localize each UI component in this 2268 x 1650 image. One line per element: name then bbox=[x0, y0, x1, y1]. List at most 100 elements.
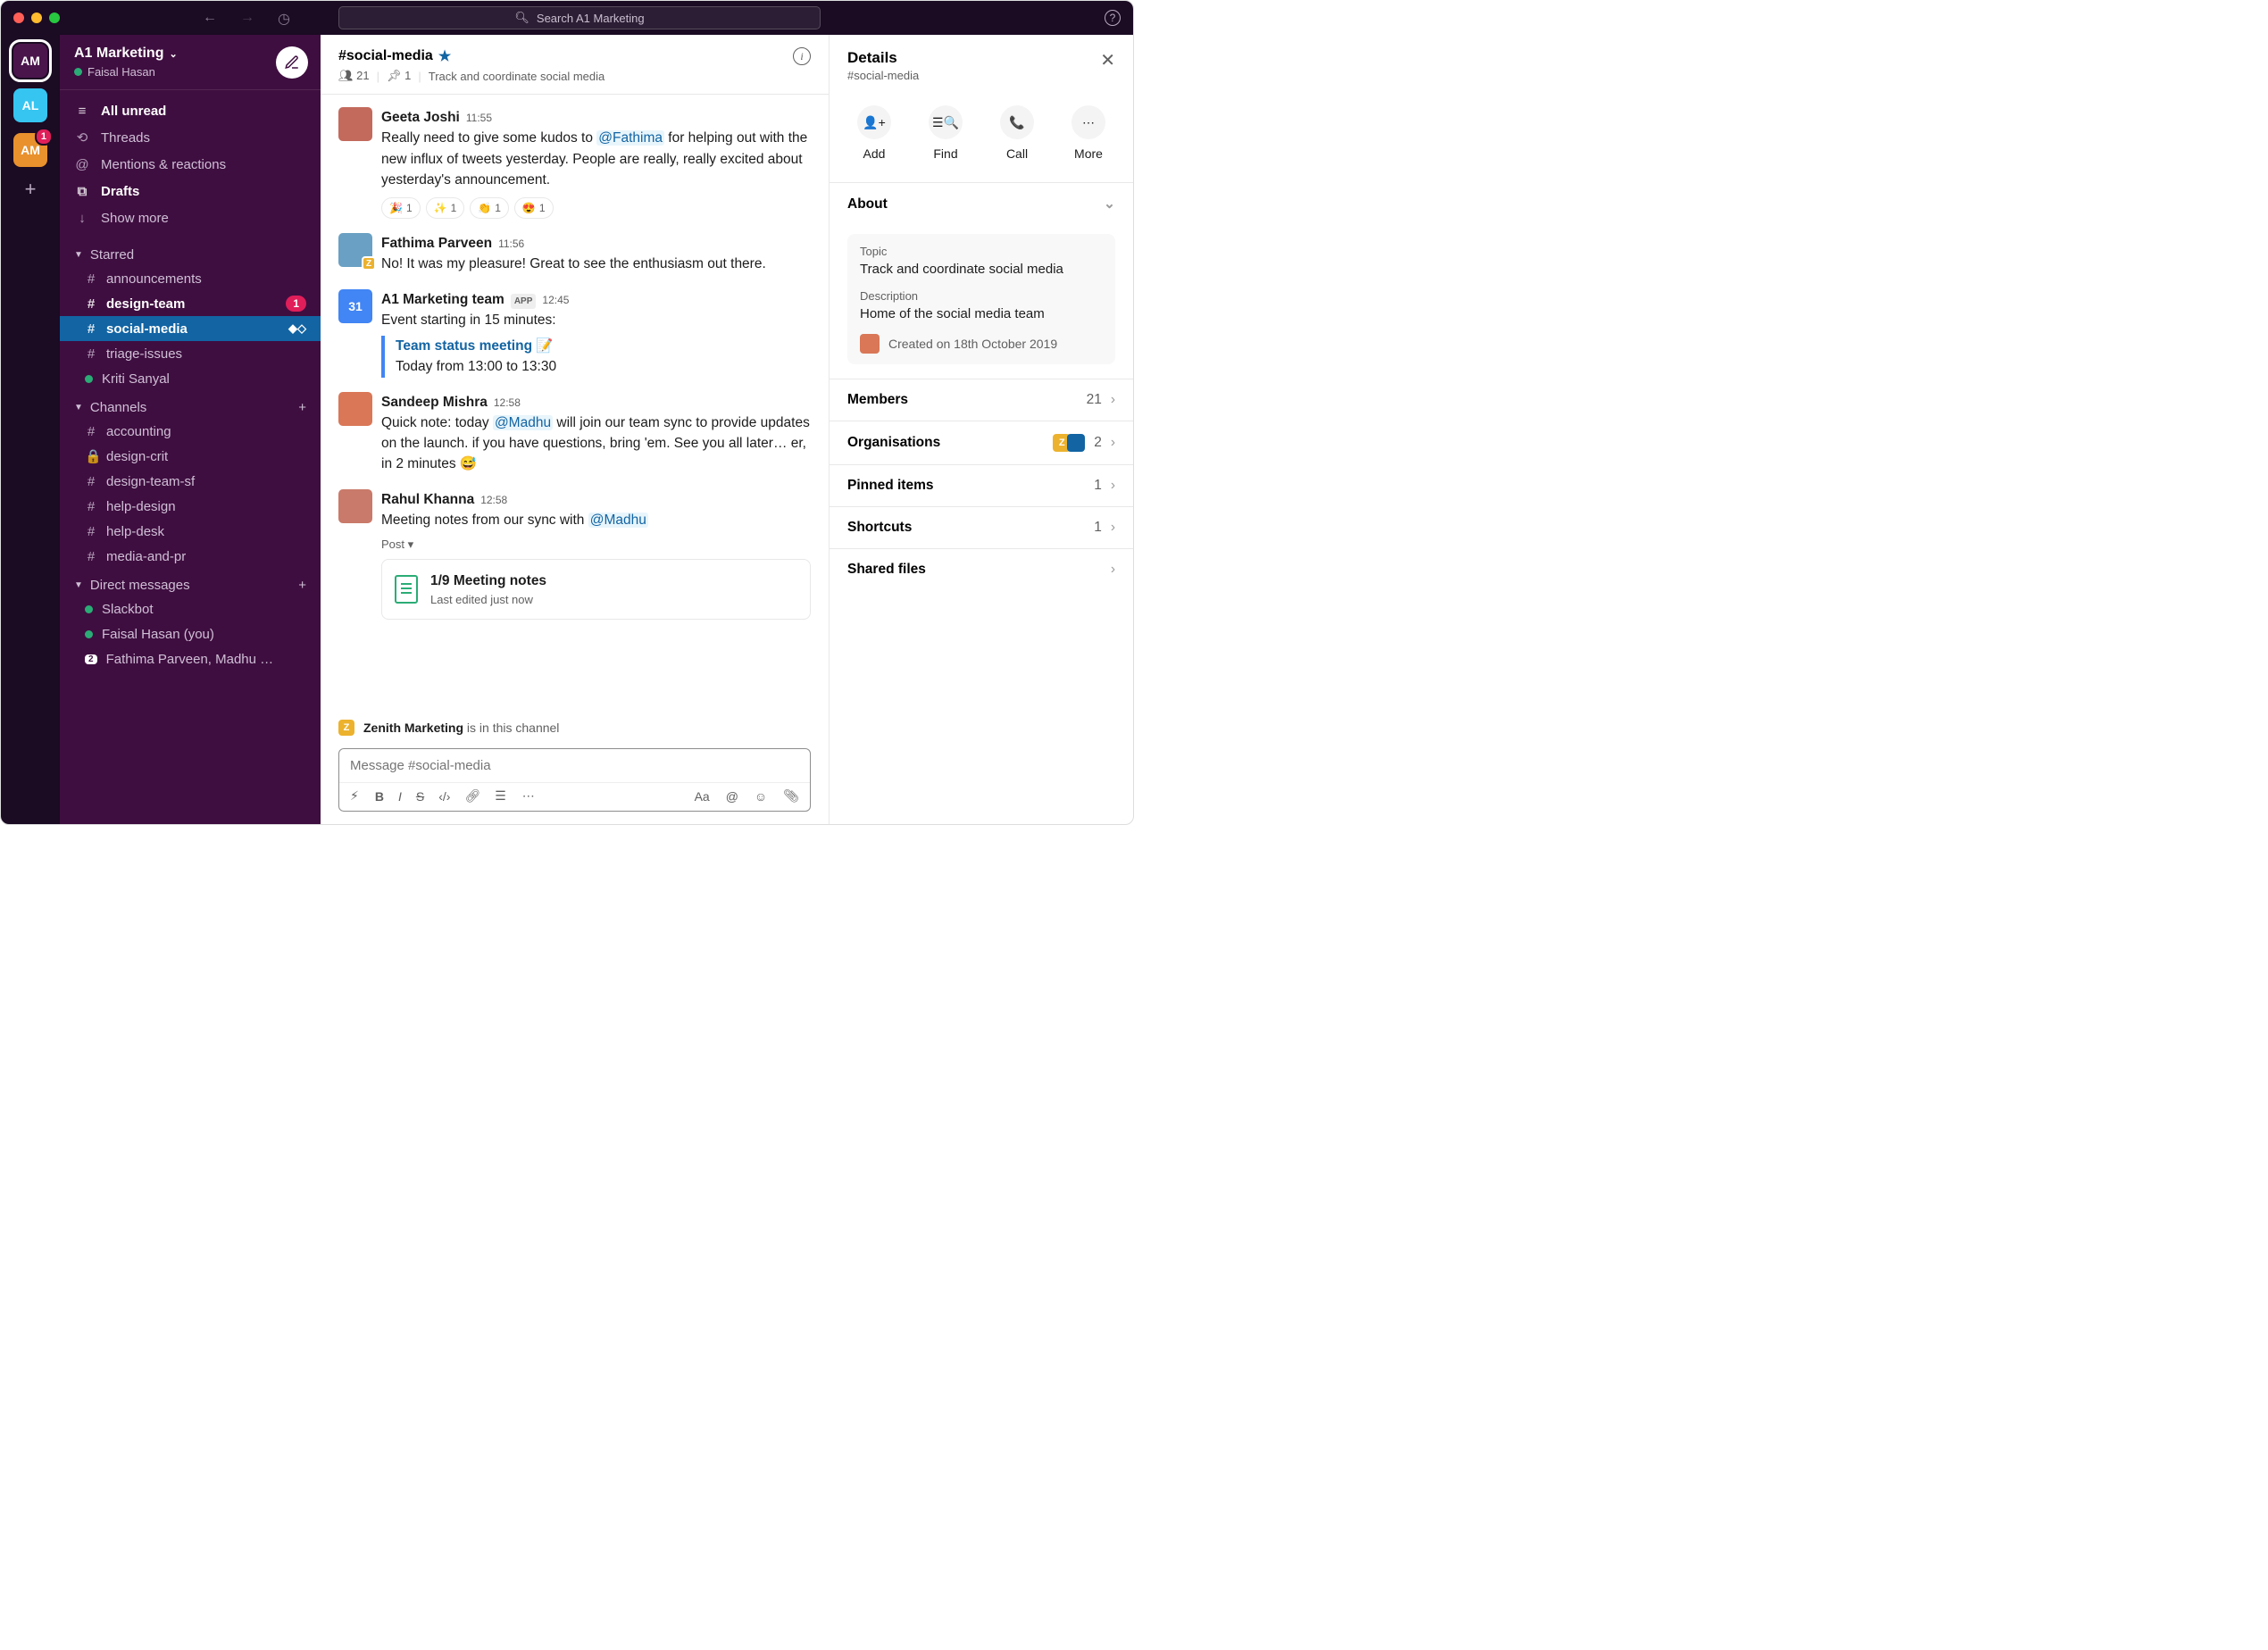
action-call[interactable]: 📞Call bbox=[1000, 105, 1034, 161]
reaction[interactable]: 🎉1 bbox=[381, 197, 421, 219]
message-author[interactable]: Geeta Joshi bbox=[381, 107, 460, 128]
message: Geeta Joshi11:55Really need to give some… bbox=[338, 107, 811, 219]
description-value[interactable]: Home of the social media team bbox=[860, 306, 1103, 321]
action-more[interactable]: ⋯More bbox=[1071, 105, 1105, 161]
action-add[interactable]: 👤+Add bbox=[857, 105, 891, 161]
avatar[interactable] bbox=[338, 489, 372, 523]
attach-icon[interactable]: 📎︎ bbox=[783, 788, 799, 804]
forward-icon[interactable]: → bbox=[240, 10, 256, 26]
section-dms[interactable]: ▼Direct messages + bbox=[60, 569, 321, 596]
channel-fathima-parveen-madhu-[interactable]: 2Fathima Parveen, Madhu … bbox=[60, 646, 321, 671]
topic-value[interactable]: Track and coordinate social media bbox=[860, 262, 1103, 277]
add-dm-icon[interactable]: + bbox=[298, 578, 306, 593]
details-organisations[interactable]: OrganisationsZ2› bbox=[830, 421, 1133, 464]
channel-design-crit[interactable]: 🔒design-crit bbox=[60, 444, 321, 469]
chevron-right-icon: › bbox=[1111, 520, 1115, 536]
pins-icon[interactable]: 📌︎ 1 bbox=[387, 69, 411, 83]
search-input[interactable]: 🔍︎ Search A1 Marketing bbox=[338, 6, 821, 29]
details-shared-files[interactable]: Shared files› bbox=[830, 548, 1133, 590]
channel-slackbot[interactable]: Slackbot bbox=[60, 596, 321, 621]
message-author[interactable]: Fathima Parveen bbox=[381, 233, 492, 254]
channel-topic[interactable]: Track and coordinate social media bbox=[429, 70, 605, 83]
workspace-badge[interactable]: AM bbox=[13, 44, 47, 78]
message-text: Event starting in 15 minutes: bbox=[381, 310, 811, 330]
code-icon[interactable]: ‹/› bbox=[438, 789, 450, 804]
star-icon[interactable]: ★ bbox=[438, 47, 451, 65]
info-icon[interactable]: i bbox=[793, 47, 811, 65]
compose-button[interactable] bbox=[276, 46, 308, 79]
channel-kriti-sanyal[interactable]: Kriti Sanyal bbox=[60, 366, 321, 391]
message-time: 11:55 bbox=[466, 110, 492, 126]
close-icon[interactable]: ✕ bbox=[1100, 49, 1115, 82]
details-members[interactable]: Members21› bbox=[830, 379, 1133, 421]
reaction[interactable]: 👏1 bbox=[470, 197, 509, 219]
post-label[interactable]: Post ▾ bbox=[381, 536, 811, 554]
sidebar: A1 Marketing ⌄ Faisal Hasan ≡All unread⟲… bbox=[60, 35, 321, 824]
close-window[interactable] bbox=[13, 12, 24, 23]
workspace-name[interactable]: A1 Marketing ⌄ bbox=[74, 46, 178, 62]
help-icon[interactable]: ? bbox=[1105, 10, 1121, 26]
channel-design-team[interactable]: #design-team1 bbox=[60, 291, 321, 316]
nav-mentions-reactions[interactable]: @Mentions & reactions bbox=[60, 151, 321, 178]
reaction[interactable]: 😍1 bbox=[514, 197, 554, 219]
list-icon[interactable]: ☰ bbox=[495, 788, 506, 804]
bold-icon[interactable]: B bbox=[375, 789, 384, 804]
created-info: Created on 18th October 2019 bbox=[860, 334, 1103, 354]
nav-show-more[interactable]: ↓Show more bbox=[60, 204, 321, 231]
section-starred[interactable]: ▼Starred bbox=[60, 238, 321, 266]
channel-design-team-sf[interactable]: #design-team-sf bbox=[60, 469, 321, 494]
post-attachment[interactable]: 1/9 Meeting notesLast edited just now bbox=[381, 559, 811, 621]
minimize-window[interactable] bbox=[31, 12, 42, 23]
add-workspace-icon[interactable]: + bbox=[25, 178, 37, 201]
add-channel-icon[interactable]: + bbox=[298, 400, 306, 415]
about-section-header[interactable]: About⌄ bbox=[830, 182, 1133, 225]
avatar[interactable]: 31 bbox=[338, 289, 372, 323]
current-user[interactable]: Faisal Hasan bbox=[74, 65, 178, 79]
message-time: 12:58 bbox=[480, 492, 507, 508]
workspace-badge[interactable]: AL bbox=[13, 88, 47, 122]
channel-faisal-hasan-you-[interactable]: Faisal Hasan (you) bbox=[60, 621, 321, 646]
font-icon[interactable]: Aa bbox=[695, 789, 710, 804]
channel-help-design[interactable]: #help-design bbox=[60, 494, 321, 519]
search-placeholder: Search A1 Marketing bbox=[537, 12, 645, 25]
event-link[interactable]: Team status meeting 📝 bbox=[396, 336, 811, 356]
nav-threads[interactable]: ⟲Threads bbox=[60, 124, 321, 151]
details-pinned-items[interactable]: Pinned items1› bbox=[830, 464, 1133, 506]
maximize-window[interactable] bbox=[49, 12, 60, 23]
channel-media-and-pr[interactable]: #media-and-pr bbox=[60, 544, 321, 569]
app-badge: APP bbox=[511, 294, 537, 309]
channel-social-media[interactable]: #social-media◆◇ bbox=[60, 316, 321, 341]
more-format-icon[interactable]: ⋯ bbox=[522, 788, 535, 804]
channel-help-desk[interactable]: #help-desk bbox=[60, 519, 321, 544]
channel-accounting[interactable]: #accounting bbox=[60, 419, 321, 444]
link-icon[interactable]: 🔗︎ bbox=[464, 788, 480, 804]
channel-announcements[interactable]: #announcements bbox=[60, 266, 321, 291]
message-author[interactable]: A1 Marketing team bbox=[381, 289, 504, 310]
action-find[interactable]: ☰🔍Find bbox=[929, 105, 963, 161]
avatar[interactable] bbox=[338, 392, 372, 426]
message-author[interactable]: Rahul Khanna bbox=[381, 489, 474, 510]
message-author[interactable]: Sandeep Mishra bbox=[381, 392, 488, 412]
italic-icon[interactable]: I bbox=[398, 789, 402, 804]
chevron-down-icon: ⌄ bbox=[169, 48, 177, 60]
nav-all-unread[interactable]: ≡All unread bbox=[60, 97, 321, 124]
chevron-right-icon: › bbox=[1111, 562, 1115, 578]
details-shortcuts[interactable]: Shortcuts1› bbox=[830, 506, 1133, 548]
message: ZFathima Parveen11:56No! It was my pleas… bbox=[338, 233, 811, 275]
emoji-icon[interactable]: ☺ bbox=[755, 789, 767, 804]
reaction[interactable]: ✨1 bbox=[426, 197, 465, 219]
back-icon[interactable]: ← bbox=[203, 10, 219, 26]
avatar[interactable] bbox=[338, 107, 372, 141]
mention-icon[interactable]: @ bbox=[726, 789, 738, 804]
members-icon[interactable]: 👥︎ 21 bbox=[338, 69, 370, 83]
message-input[interactable] bbox=[339, 749, 810, 782]
history-icon[interactable]: ◷ bbox=[278, 10, 294, 26]
channel-triage-issues[interactable]: #triage-issues bbox=[60, 341, 321, 366]
channel-title[interactable]: #social-media ★ bbox=[338, 47, 605, 65]
strike-icon[interactable]: S bbox=[416, 789, 424, 804]
shortcuts-icon[interactable]: ⚡︎ bbox=[350, 788, 359, 804]
avatar[interactable]: Z bbox=[338, 233, 372, 267]
workspace-badge[interactable]: AM1 bbox=[13, 133, 47, 167]
nav-drafts[interactable]: ⧉Drafts bbox=[60, 178, 321, 204]
section-channels[interactable]: ▼Channels + bbox=[60, 391, 321, 419]
